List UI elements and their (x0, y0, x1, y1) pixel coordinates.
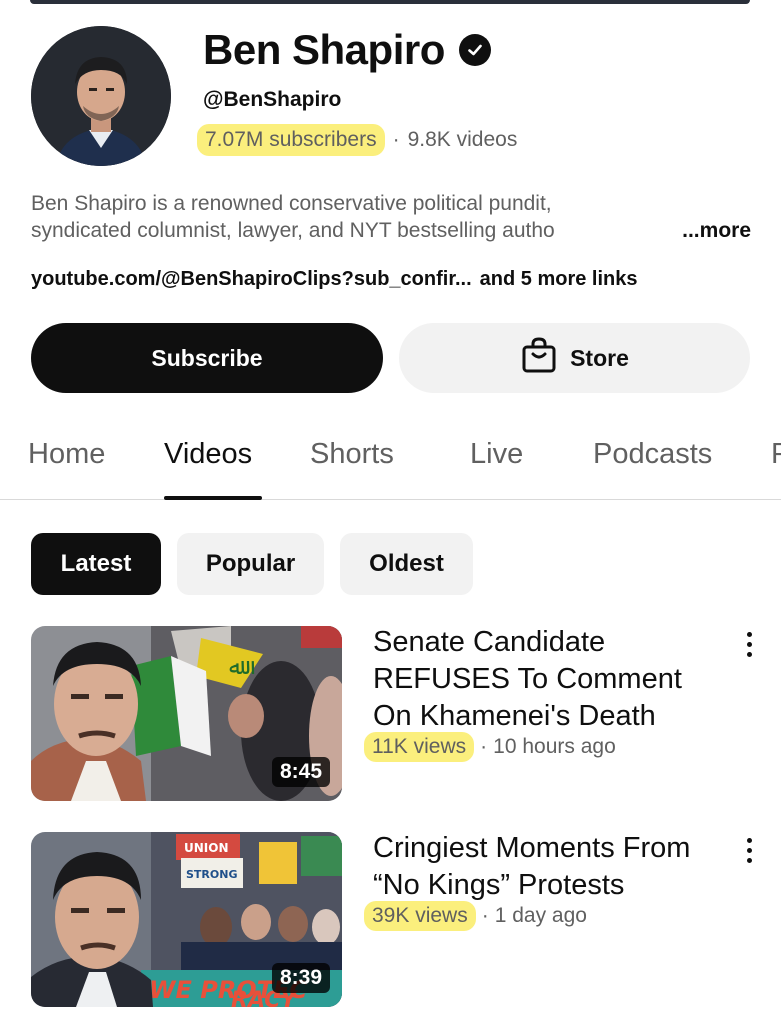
video-age: 1 day ago (494, 904, 587, 927)
video-age: 10 hours ago (493, 735, 616, 758)
video-title-line: Cringiest Moments From (373, 832, 691, 864)
store-label: Store (570, 344, 629, 371)
video-title-line: Senate Candidate (373, 626, 606, 658)
channel-stats: 7.07M subscribers · 9.8K videos (197, 124, 517, 156)
subscriber-count: 7.07M subscribers (197, 124, 385, 156)
separator-dot: · (392, 128, 400, 151)
description-line-1: Ben Shapiro is a renowned conservative p… (31, 192, 552, 215)
video-duration: 8:45 (271, 757, 330, 787)
view-count: 11K views (364, 732, 475, 762)
channel-name: Ben Shapiro (203, 26, 445, 73)
more-vert-icon[interactable] (738, 626, 760, 662)
channel-link[interactable]: youtube.com/@BenShapiroClips?sub_confir.… (31, 268, 472, 290)
tab-overflow[interactable]: P (771, 438, 781, 471)
more-link[interactable]: ...more (682, 217, 751, 244)
tab-shorts[interactable]: Shorts (310, 438, 394, 471)
video-meta: 11K views · 10 hours ago (364, 732, 616, 762)
video-thumbnail[interactable]: UNION STRONG WE PROTEC RACY 8:39 (31, 832, 342, 1007)
tab-videos[interactable]: Videos (164, 438, 252, 471)
channel-description[interactable]: Ben Shapiro is a renowned conservative p… (31, 190, 751, 244)
shopping-bag-icon (520, 336, 558, 380)
svg-text:STRONG: STRONG (186, 868, 237, 881)
more-vert-icon[interactable] (738, 832, 760, 868)
active-tab-indicator (164, 496, 262, 500)
channel-links[interactable]: youtube.com/@BenShapiroClips?sub_confir.… (31, 268, 638, 291)
video-title-line: “No Kings” Protests (373, 869, 625, 901)
channel-tabs: Home Videos Shorts Live Podcasts P (0, 432, 781, 500)
video-meta: 39K views · 1 day ago (364, 901, 587, 931)
description-line-2: syndicated columnist, lawyer, and NYT be… (31, 219, 555, 242)
video-title-line: On Khamenei's Death (373, 700, 656, 732)
subscribe-button[interactable]: Subscribe (31, 323, 383, 393)
channel-banner-edge (30, 0, 750, 4)
verified-badge-icon (458, 34, 491, 66)
video-title[interactable]: Cringiest Moments From “No Kings” Protes… (373, 830, 723, 904)
view-count: 39K views (364, 901, 476, 931)
subscribe-label: Subscribe (151, 344, 263, 371)
store-button[interactable]: Store (399, 323, 750, 393)
channel-avatar[interactable] (31, 26, 171, 166)
video-title-line: REFUSES To Comment (373, 663, 682, 695)
filter-latest[interactable]: Latest (31, 533, 161, 595)
svg-text:UNION: UNION (184, 841, 229, 855)
separator-dot: · (481, 904, 489, 927)
channel-handle: @BenShapiro (203, 88, 342, 111)
separator-dot: · (480, 735, 488, 758)
video-title[interactable]: Senate Candidate REFUSES To Comment On K… (373, 624, 723, 735)
video-duration: 8:39 (271, 963, 330, 993)
video-count: 9.8K videos (407, 128, 518, 151)
filter-popular[interactable]: Popular (177, 533, 324, 595)
video-thumbnail[interactable]: ﷲ 8:45 (31, 626, 342, 801)
tab-home[interactable]: Home (28, 438, 105, 471)
channel-title: Ben Shapiro (203, 26, 491, 74)
tab-live[interactable]: Live (470, 438, 523, 471)
filter-oldest[interactable]: Oldest (340, 533, 473, 595)
more-links[interactable]: and 5 more links (480, 268, 638, 290)
tab-podcasts[interactable]: Podcasts (593, 438, 712, 471)
